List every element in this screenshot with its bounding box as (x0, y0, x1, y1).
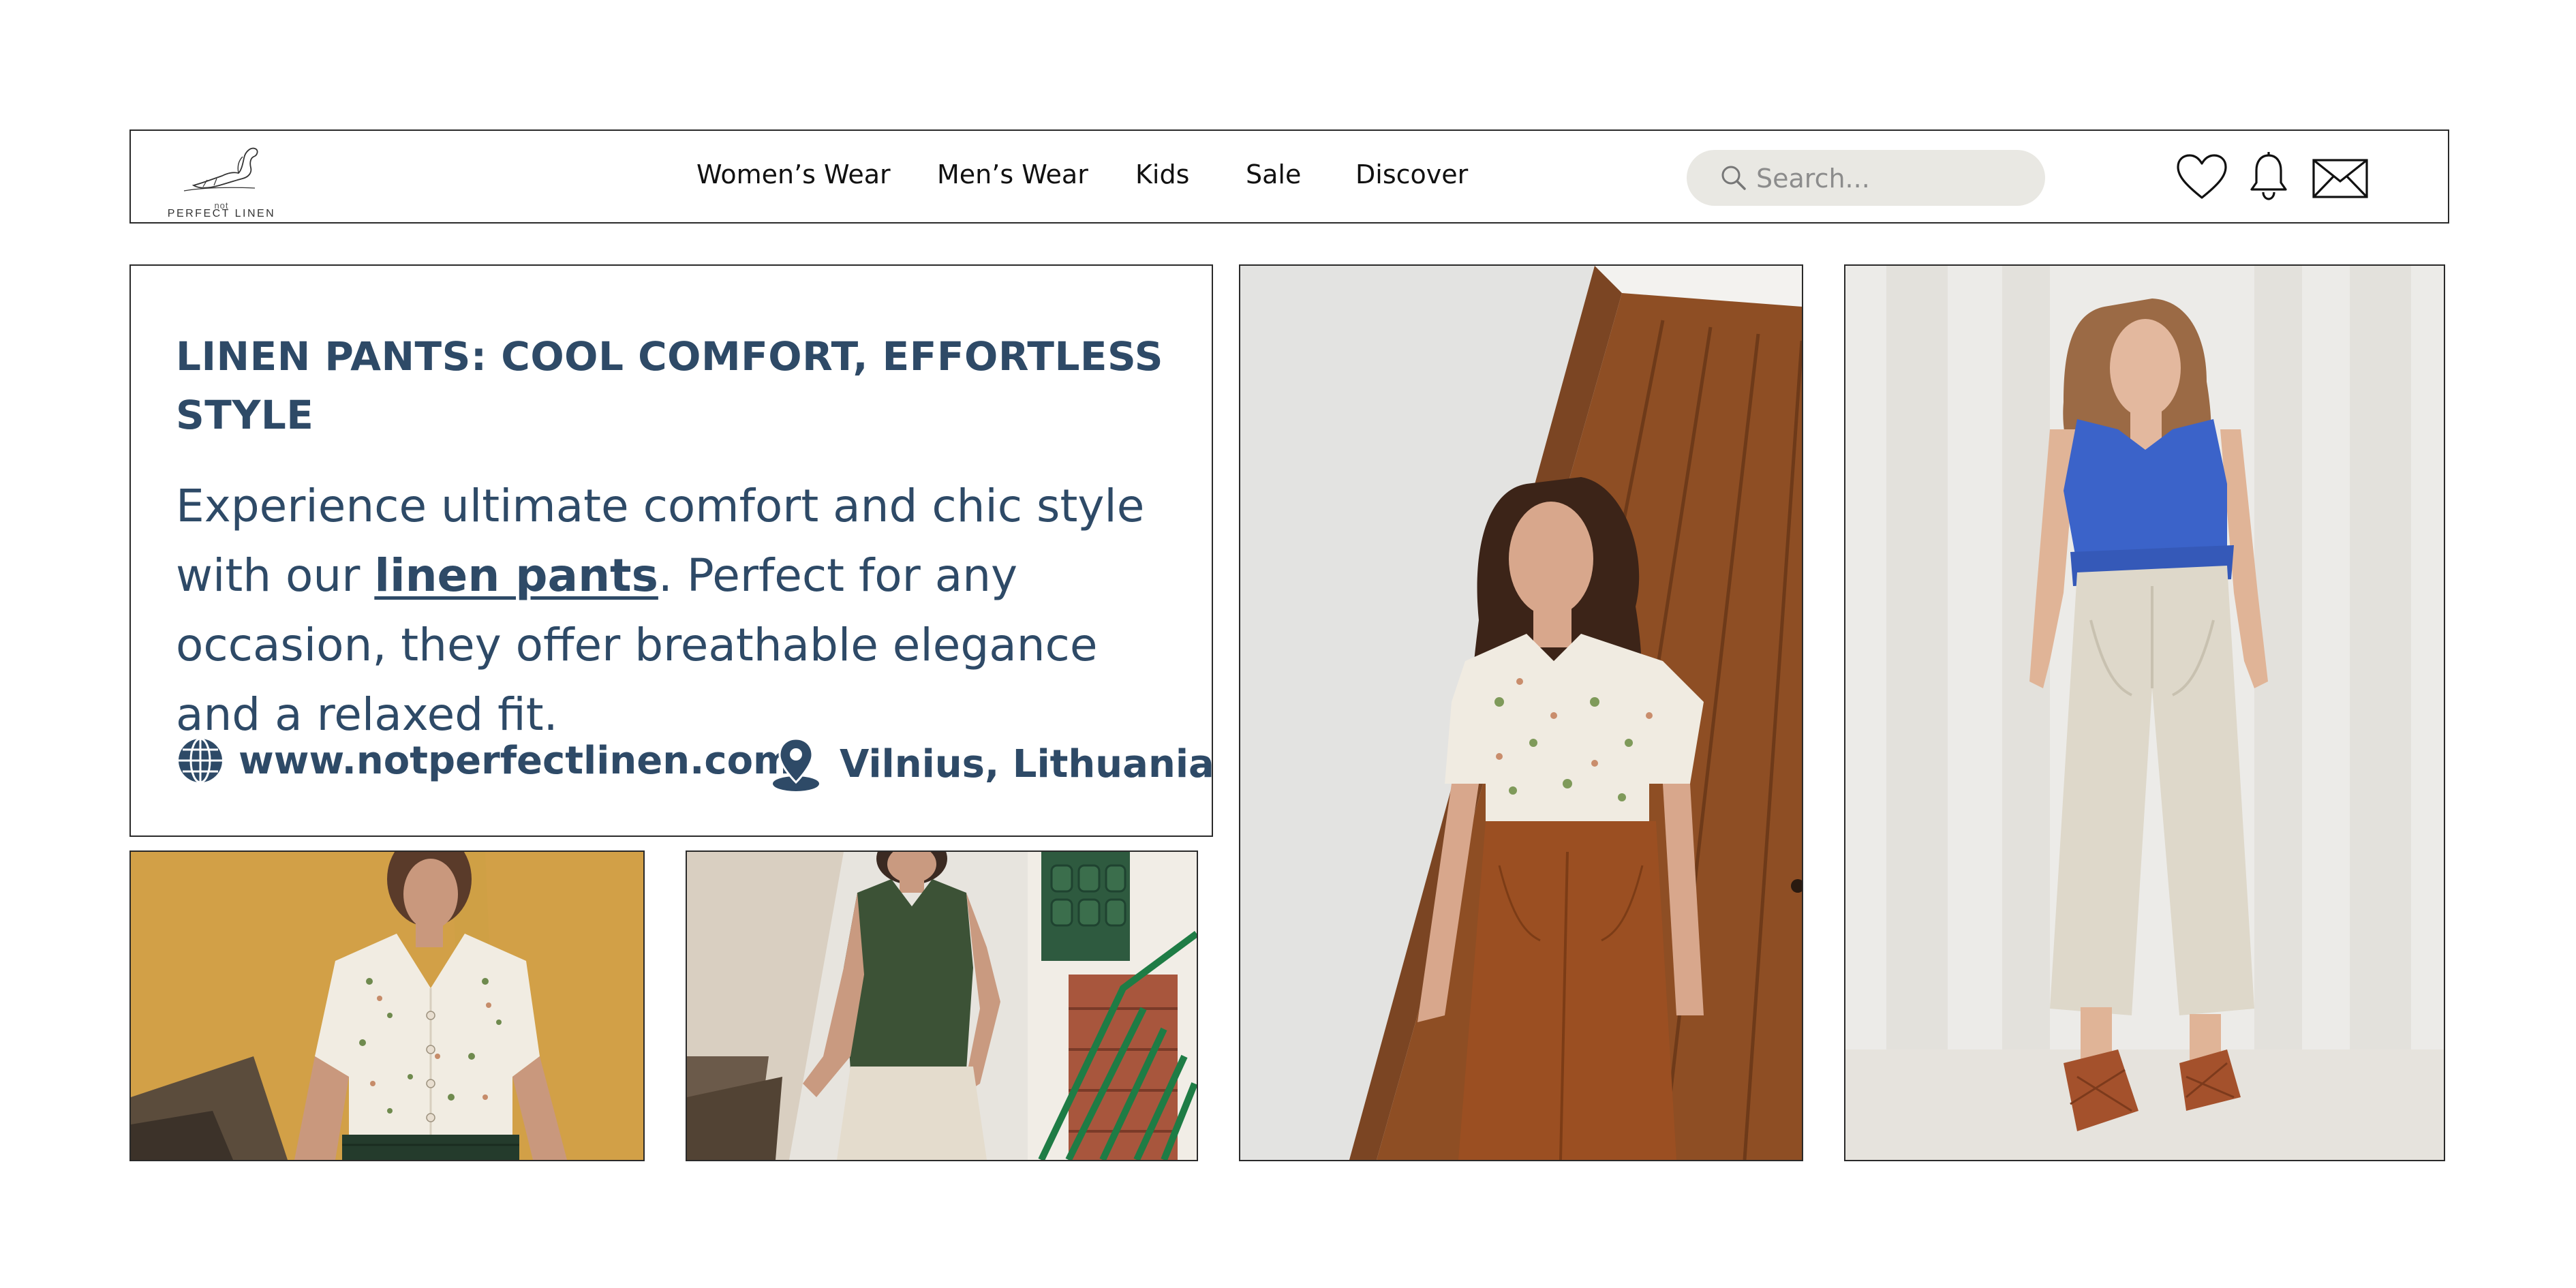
notifications-button[interactable] (2248, 151, 2289, 205)
mail-icon (2312, 159, 2368, 198)
nav-link-discover[interactable]: Discover (1355, 159, 1468, 189)
promo-info-card: LINEN PANTS: COOL COMFORT, EFFORTLESS ST… (129, 264, 1214, 837)
blue-top-image (1845, 266, 2444, 1160)
linen-pants-link[interactable]: linen pants (374, 549, 658, 602)
nav-link-womens-wear[interactable]: Women’s Wear (696, 159, 891, 189)
search-input[interactable] (1755, 161, 2030, 196)
nav-link-sale[interactable]: Sale (1246, 159, 1301, 189)
floral-blouse-image (131, 852, 643, 1160)
location-contact: Vilnius, Lithuania (771, 736, 1214, 792)
map-pin-icon (773, 737, 819, 791)
green-top-image (687, 852, 1197, 1160)
door-photo[interactable] (1239, 264, 1803, 1161)
logo-wordmark: PERFECT LINEN (167, 208, 276, 219)
bell-icon (2250, 152, 2287, 200)
heart-icon (2177, 154, 2227, 199)
nav-link-kids[interactable]: Kids (1135, 159, 1189, 189)
website-contact[interactable]: www.notperfectlinen.com (176, 736, 793, 785)
green-top-photo[interactable] (686, 850, 1198, 1161)
globe-icon (179, 737, 222, 784)
wooden-door-image (1240, 266, 1802, 1160)
wishlist-button[interactable] (2175, 153, 2228, 205)
search-icon (1721, 166, 1746, 190)
promo-headline: LINEN PANTS: COOL COMFORT, EFFORTLESS ST… (176, 333, 1163, 438)
promo-body-text: Experience ultimate comfort and chic sty… (176, 472, 1184, 750)
nav-link-mens-wear[interactable]: Men’s Wear (937, 159, 1088, 189)
search-bar[interactable] (1687, 150, 2045, 206)
blue-top-photo[interactable] (1844, 264, 2445, 1161)
location-text: Vilnius, Lithuania (840, 741, 1214, 786)
messages-button[interactable] (2312, 158, 2369, 202)
floral-blouse-photo[interactable] (129, 850, 645, 1161)
website-url[interactable]: www.notperfectlinen.com (239, 739, 793, 783)
logo-illustration (183, 147, 258, 191)
brand-logo[interactable]: not PERFECT LINEN (164, 138, 279, 219)
top-navigation-bar: not PERFECT LINEN Women’s Wear Men’s Wea… (129, 129, 2449, 224)
